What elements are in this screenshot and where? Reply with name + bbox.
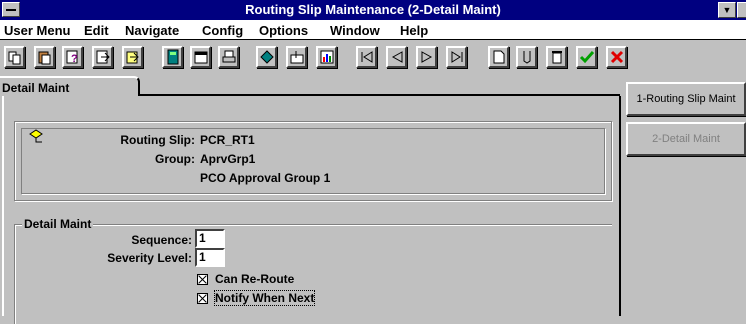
- severity-level-input[interactable]: 1: [195, 248, 225, 267]
- menu-user-menu[interactable]: User Menu: [4, 23, 70, 38]
- notify-when-next-checkbox[interactable]: [197, 293, 208, 304]
- group-value: AprvGrp1: [200, 152, 256, 166]
- title-bar: Routing Slip Maintenance (2-Detail Maint…: [0, 0, 746, 20]
- clear-icon[interactable]: [92, 46, 113, 68]
- routing-slip-icon: [29, 129, 43, 143]
- routing-slip-label: Routing Slip:: [120, 133, 195, 147]
- tab-label: Detail Maint: [2, 81, 70, 95]
- calendar-icon[interactable]: [190, 46, 211, 68]
- maximize-button[interactable]: [737, 2, 746, 18]
- menu-edit[interactable]: Edit: [84, 23, 109, 38]
- attach-icon[interactable]: [286, 46, 307, 68]
- menu-window[interactable]: Window: [330, 23, 380, 38]
- chart-icon[interactable]: [316, 46, 337, 68]
- paste-icon[interactable]: [34, 46, 55, 68]
- detail-maint-button[interactable]: 2-Detail Maint: [626, 122, 746, 156]
- new-record-icon[interactable]: [488, 46, 509, 68]
- routing-slip-maint-button[interactable]: 1-Routing Slip Maint: [626, 82, 746, 116]
- sequence-input[interactable]: 1: [195, 229, 225, 248]
- routing-icon[interactable]: [256, 46, 277, 68]
- ship-icon[interactable]: [516, 46, 537, 68]
- notify-when-next-label: Notify When Next: [213, 290, 316, 306]
- detail-group-legend: Detail Maint: [22, 217, 94, 231]
- copy-icon[interactable]: [4, 46, 25, 68]
- severity-level-label: Severity Level:: [107, 251, 192, 265]
- delete-icon[interactable]: [546, 46, 567, 68]
- menu-bar: User Menu Edit Navigate Config Options W…: [0, 20, 746, 40]
- menu-help[interactable]: Help: [400, 23, 428, 38]
- calculator-icon[interactable]: [162, 46, 183, 68]
- query-icon[interactable]: ?: [62, 46, 83, 68]
- group-label: Group:: [155, 152, 195, 166]
- accept-icon[interactable]: [576, 46, 597, 68]
- panel-divider: [619, 96, 621, 316]
- print-icon[interactable]: [218, 46, 239, 68]
- svg-text:?: ?: [71, 53, 78, 65]
- first-record-icon[interactable]: [356, 46, 377, 68]
- minimize-button[interactable]: ▼: [718, 2, 736, 18]
- tab-detail-maint[interactable]: Detail Maint: [0, 76, 140, 96]
- previous-record-icon[interactable]: [386, 46, 407, 68]
- toolbar: ?: [0, 40, 746, 76]
- can-reroute-label: Can Re-Route: [215, 272, 295, 286]
- last-record-icon[interactable]: [446, 46, 467, 68]
- can-reroute-checkbox[interactable]: [197, 274, 208, 285]
- group-description: PCO Approval Group 1: [200, 171, 331, 185]
- menu-config[interactable]: Config: [202, 23, 243, 38]
- routing-slip-value: PCR_RT1: [200, 133, 255, 147]
- menu-options[interactable]: Options: [259, 23, 308, 38]
- cancel-icon[interactable]: [606, 46, 627, 68]
- next-record-icon[interactable]: [416, 46, 437, 68]
- sequence-label: Sequence:: [131, 233, 192, 247]
- window-title: Routing Slip Maintenance (2-Detail Maint…: [245, 2, 501, 17]
- duplicate-icon[interactable]: [122, 46, 143, 68]
- menu-navigate[interactable]: Navigate: [125, 23, 179, 38]
